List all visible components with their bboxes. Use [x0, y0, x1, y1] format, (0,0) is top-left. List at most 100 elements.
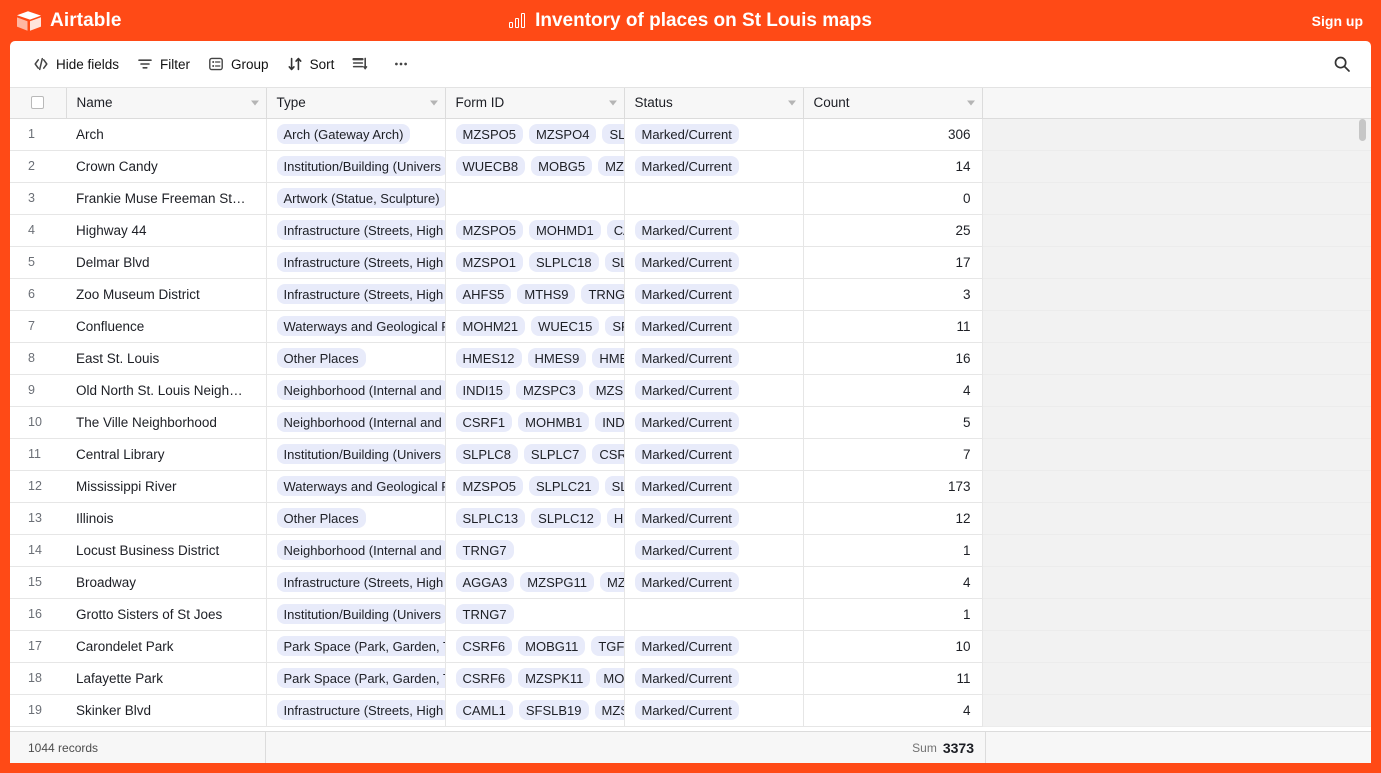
cell-name[interactable]: Carondelet Park — [66, 630, 267, 663]
chevron-down-icon[interactable] — [966, 100, 975, 106]
sign-up-button[interactable]: Sign up — [1312, 13, 1363, 29]
cell-name[interactable]: Delmar Blvd — [66, 246, 267, 279]
table-row[interactable]: 8 East St. Louis Other Places HMES12 HMES9 HM… — [10, 342, 1371, 375]
cell-status[interactable]: Marked/Current — [624, 118, 804, 151]
table-row[interactable]: 16 Grotto Sisters of St Joes Institution/B… — [10, 598, 1371, 631]
cell-form-id[interactable]: INDI15MZSPC3MZSPC1 — [445, 374, 625, 407]
cell-form-id[interactable]: MZSPO5MOHMD1 CAMF — [445, 214, 625, 247]
table-row[interactable]: 5 Delmar Blvd Infrastructure (Streets, Hig… — [10, 246, 1371, 279]
cell-status[interactable]: Marked/Current — [624, 630, 804, 663]
cell-name[interactable]: Skinker Blvd — [66, 694, 267, 727]
cell-type[interactable]: Neighborhood (Internal and — [266, 534, 446, 567]
table-row[interactable]: 4 Highway 44 Infrastructure (Streets, High… — [10, 214, 1371, 247]
cell-name[interactable]: Zoo Museum District — [66, 278, 267, 311]
column-header-form-id[interactable]: Form ID — [445, 88, 625, 119]
select-all-header[interactable] — [10, 88, 67, 119]
cell-name[interactable]: Old North St. Louis Neigh… — [66, 374, 267, 407]
cell-form-id[interactable]: AHFS5MTHS9TRNG1 — [445, 278, 625, 311]
cell-form-id[interactable]: AGGA3MZSPG11MZSPB — [445, 566, 625, 599]
cell-name[interactable]: Central Library — [66, 438, 267, 471]
cell-count[interactable]: 4 — [803, 566, 983, 599]
cell-name[interactable]: Confluence — [66, 310, 267, 343]
chevron-down-icon[interactable] — [250, 100, 259, 106]
table-row[interactable]: 7 Confluence Waterways and Geological F MOH… — [10, 310, 1371, 343]
cell-status[interactable]: Marked/Current — [624, 374, 804, 407]
cell-name[interactable]: Mississippi River — [66, 470, 267, 503]
cell-type[interactable]: Infrastructure (Streets, High — [266, 278, 446, 311]
cell-count[interactable]: 11 — [803, 662, 983, 695]
cell-status[interactable]: Marked/Current — [624, 438, 804, 471]
cell-status[interactable]: Marked/Current — [624, 150, 804, 183]
table-row[interactable]: 13Illinois Other Places SLPLC13SLPLC12 HMES… — [10, 502, 1371, 535]
cell-type[interactable]: Infrastructure (Streets, High — [266, 566, 446, 599]
cell-type[interactable]: Park Space (Park, Garden, T — [266, 662, 446, 695]
group-button[interactable]: Group — [199, 51, 278, 77]
cell-count[interactable]: 1 — [803, 598, 983, 631]
table-row[interactable]: 19 Skinker Blvd Infrastructure (Streets, H… — [10, 694, 1371, 727]
cell-type[interactable]: Artwork (Statue, Sculpture) — [266, 182, 446, 215]
table-row[interactable]: 17 Carondelet Park Park Space (Park, Garde… — [10, 630, 1371, 663]
cell-name[interactable]: The Ville Neighborhood — [66, 406, 267, 439]
cell-type[interactable]: Other Places — [266, 502, 446, 535]
cell-name[interactable]: Arch — [66, 118, 267, 151]
more-options-button[interactable] — [384, 51, 425, 77]
cell-type[interactable]: Infrastructure (Streets, High — [266, 246, 446, 279]
cell-type[interactable]: Arch (Gateway Arch) — [266, 118, 446, 151]
cell-status[interactable]: Marked/Current — [624, 470, 804, 503]
add-field-header[interactable] — [982, 88, 1371, 119]
cell-count[interactable]: 4 — [803, 374, 983, 407]
cell-form-id[interactable]: TRNG7 — [445, 534, 625, 567]
column-header-status[interactable]: Status — [624, 88, 804, 119]
sort-button[interactable]: Sort — [278, 51, 344, 77]
cell-name[interactable]: Lafayette Park — [66, 662, 267, 695]
cell-count[interactable]: 11 — [803, 310, 983, 343]
cell-type[interactable]: Other Places — [266, 342, 446, 375]
cell-form-id[interactable]: MOHM21WUEC15 SFSL4 — [445, 310, 625, 343]
cell-count[interactable]: 1 — [803, 534, 983, 567]
cell-status[interactable]: Marked/Current — [624, 246, 804, 279]
cell-type[interactable]: Park Space (Park, Garden, T — [266, 630, 446, 663]
cell-type[interactable]: Waterways and Geological F — [266, 310, 446, 343]
cell-name[interactable]: Grotto Sisters of St Joes — [66, 598, 267, 631]
cell-form-id[interactable]: TRNG7 — [445, 598, 625, 631]
cell-form-id[interactable]: MZSPO1SLPLC18 SLPLC — [445, 246, 625, 279]
row-height-button[interactable] — [343, 51, 384, 77]
cell-status[interactable]: Marked/Current — [624, 310, 804, 343]
cell-count[interactable]: 12 — [803, 502, 983, 535]
cell-form-id[interactable]: MZSPO5MZSPO4SLPLC — [445, 118, 625, 151]
brand[interactable]: Airtable — [0, 10, 122, 32]
cell-form-id[interactable]: WUECB8MOBG5MZSPK — [445, 150, 625, 183]
cell-type[interactable]: Waterways and Geological F — [266, 470, 446, 503]
cell-count[interactable]: 17 — [803, 246, 983, 279]
cell-count[interactable]: 16 — [803, 342, 983, 375]
cell-form-id[interactable]: CSRF6MZSPK11MOHM9 — [445, 662, 625, 695]
cell-status[interactable] — [624, 598, 804, 631]
cell-form-id[interactable]: HMES12HMES9HMES7 — [445, 342, 625, 375]
cell-name[interactable]: Highway 44 — [66, 214, 267, 247]
cell-type[interactable]: Institution/Building (Univers — [266, 438, 446, 471]
table-row[interactable]: 6 Zoo Museum District Infrastructure (Stre… — [10, 278, 1371, 311]
table-row[interactable]: 1Arch Arch (Gateway Arch) MZSPO5MZSPO4SLPL… — [10, 118, 1371, 151]
cell-form-id[interactable]: MZSPO5SLPLC21 SLPLC — [445, 470, 625, 503]
cell-status[interactable]: Marked/Current — [624, 662, 804, 695]
column-header-name[interactable]: Name — [66, 88, 267, 119]
cell-name[interactable]: Illinois — [66, 502, 267, 535]
cell-form-id[interactable]: SLPLC13SLPLC12 HMES1 — [445, 502, 625, 535]
cell-status[interactable]: Marked/Current — [624, 406, 804, 439]
cell-form-id[interactable]: CAML1SFSLB19MZSPA1 — [445, 694, 625, 727]
hide-fields-button[interactable]: Hide fields — [24, 51, 128, 77]
table-row[interactable]: 9 Old North St. Louis Neigh… Neighborhood … — [10, 374, 1371, 407]
cell-form-id[interactable]: CSRF1MOHMB1INDI12 — [445, 406, 625, 439]
cell-count[interactable]: 5 — [803, 406, 983, 439]
grid-scroll-area[interactable]: Name Type Form ID Status Count 1 Arch Ar… — [10, 88, 1371, 731]
cell-type[interactable]: Infrastructure (Streets, High — [266, 694, 446, 727]
cell-status[interactable]: Marked/Current — [624, 278, 804, 311]
cell-type[interactable]: Infrastructure (Streets, High — [266, 214, 446, 247]
column-header-count[interactable]: Count — [803, 88, 983, 119]
cell-form-id[interactable] — [445, 182, 625, 215]
cell-type[interactable]: Institution/Building (Univers — [266, 150, 446, 183]
cell-name[interactable]: East St. Louis — [66, 342, 267, 375]
count-summary[interactable]: Sum 3373 — [266, 732, 986, 763]
cell-count[interactable]: 25 — [803, 214, 983, 247]
vertical-scrollbar-thumb[interactable] — [1359, 119, 1366, 141]
